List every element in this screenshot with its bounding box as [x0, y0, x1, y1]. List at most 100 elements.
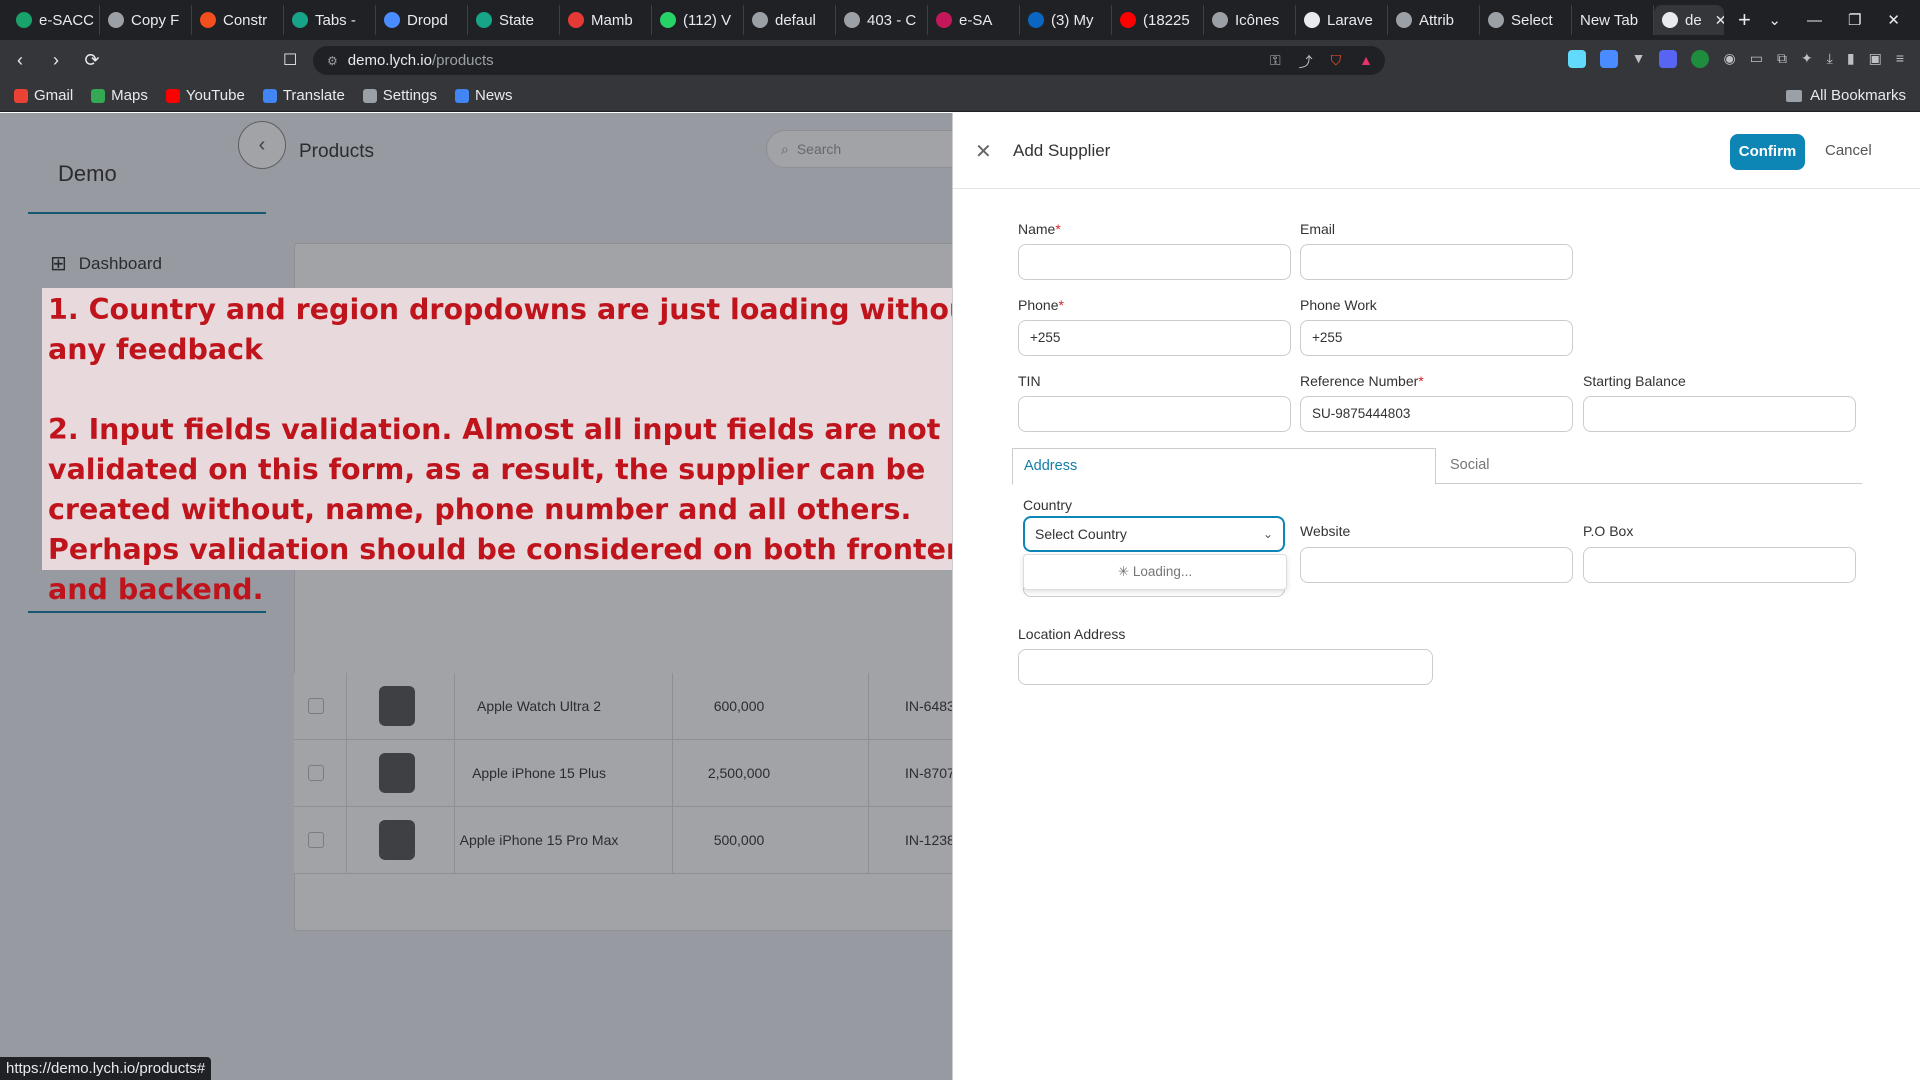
browser-tab[interactable]: 403 - C: [836, 5, 928, 35]
browser-tab[interactable]: New Tab: [1572, 5, 1654, 35]
all-bookmarks[interactable]: All Bookmarks: [1786, 87, 1906, 104]
fi-extension-icon[interactable]: [1599, 50, 1618, 68]
browser-tab[interactable]: Dropd: [376, 5, 468, 35]
browser-tab[interactable]: Select: [1480, 5, 1572, 35]
tab-address[interactable]: Address: [1012, 448, 1436, 485]
reference-number-field[interactable]: SU-9875444803: [1300, 396, 1573, 432]
bookmark-item[interactable]: Gmail: [14, 87, 73, 104]
browser-toolbar: ‹ › ⟳ ☐ ⚙ demo.lych.io/products ⚿ ⤴ ⛉ ▲ …: [0, 40, 1920, 80]
browser-tab[interactable]: Attrib: [1388, 5, 1480, 35]
tab-favicon-icon: [1488, 12, 1504, 28]
browser-tab[interactable]: Copy F: [100, 5, 192, 35]
cancel-button[interactable]: Cancel: [1825, 142, 1872, 159]
brave-rewards-icon[interactable]: ▲: [1359, 52, 1373, 72]
bookmark-label: Settings: [382, 87, 437, 104]
close-window-icon[interactable]: ✕: [1887, 11, 1900, 29]
browser-tab[interactable]: Mamb: [560, 5, 652, 35]
key-icon[interactable]: ⚿: [1270, 52, 1281, 72]
restore-icon[interactable]: ❐: [1848, 11, 1861, 29]
bookmark-icon: [362, 88, 377, 103]
react-devtools-icon[interactable]: [1567, 50, 1586, 68]
off-extension-icon[interactable]: ▭: [1750, 50, 1763, 68]
email-field[interactable]: [1300, 244, 1573, 280]
bookmark-icon: [165, 88, 180, 103]
tab-favicon-icon: [660, 12, 676, 28]
phone-work-label: Phone Work: [1300, 297, 1377, 313]
tab-favicon-icon: [1028, 12, 1044, 28]
bookmark-icon[interactable]: ☐: [283, 50, 297, 70]
bookmark-item[interactable]: YouTube: [165, 87, 245, 104]
browser-tab[interactable]: e-SACC: [8, 5, 100, 35]
annotation-point-2: 2. Input fields validation. Almost all i…: [48, 413, 987, 606]
browser-tab[interactable]: e-SA: [928, 5, 1020, 35]
bookmark-item[interactable]: Translate: [262, 87, 345, 104]
po-box-field[interactable]: [1583, 547, 1856, 583]
tab-close-icon[interactable]: ✕: [1715, 12, 1724, 29]
download-icon[interactable]: ⤓: [1827, 50, 1833, 68]
country-label: Country: [1023, 497, 1073, 513]
tab-favicon-icon: [16, 12, 32, 28]
tin-label: TIN: [1018, 373, 1041, 389]
tin-field[interactable]: [1018, 396, 1291, 432]
minimize-icon[interactable]: —: [1807, 12, 1822, 29]
vue-devtools-icon[interactable]: ▼: [1632, 50, 1646, 68]
windows-extension-icon[interactable]: ⧉: [1777, 50, 1787, 68]
reload-icon[interactable]: ⟳: [76, 50, 108, 71]
drawer-title: Add Supplier: [1013, 141, 1111, 160]
name-field[interactable]: [1018, 244, 1291, 280]
browser-tab[interactable]: (112) V: [652, 5, 744, 35]
chevron-down-icon: ⌄: [1262, 527, 1273, 541]
website-field[interactable]: [1300, 547, 1573, 583]
browser-tab[interactable]: Tabs -: [284, 5, 376, 35]
puzzle-icon[interactable]: ✦: [1801, 50, 1813, 68]
forward-icon[interactable]: ›: [40, 50, 72, 71]
brave-shield-icon[interactable]: ⛉: [1331, 52, 1342, 72]
browser-tab[interactable]: Icônes: [1204, 5, 1296, 35]
site-info-icon[interactable]: ⚙: [327, 54, 338, 68]
tab-social[interactable]: Social: [1450, 448, 1490, 482]
address-bar[interactable]: ⚙ demo.lych.io/products ⚿ ⤴ ⛉ ▲: [313, 46, 1385, 75]
circle-extension-icon[interactable]: ◉: [1723, 50, 1735, 68]
bookmark-icon: [91, 88, 106, 103]
tab-favicon-icon: [108, 12, 124, 28]
phone-work-field[interactable]: +255: [1300, 320, 1573, 356]
starting-balance-field[interactable]: [1583, 396, 1856, 432]
tab-title: Larave: [1327, 11, 1373, 29]
counter-extension-icon[interactable]: [1691, 50, 1710, 68]
tab-favicon-icon: [1396, 12, 1412, 28]
tab-search-icon[interactable]: ⌄: [1768, 11, 1781, 29]
tab-favicon-icon: [568, 12, 584, 28]
tab-title: Tabs -: [315, 11, 356, 29]
browser-tab[interactable]: (3) My: [1020, 5, 1112, 35]
browser-tab[interactable]: de ✕: [1654, 5, 1724, 35]
browser-tab[interactable]: defaul: [744, 5, 836, 35]
url-path: /products: [431, 52, 494, 69]
browser-tab[interactable]: Larave: [1296, 5, 1388, 35]
wallet-icon[interactable]: ▣: [1869, 50, 1882, 68]
d-extension-icon[interactable]: [1659, 50, 1678, 68]
bookmark-label: Gmail: [34, 87, 74, 104]
share-icon[interactable]: ⤴: [1299, 52, 1313, 72]
new-tab-icon[interactable]: +: [1724, 7, 1765, 33]
country-select-value: Select Country: [1035, 526, 1127, 542]
starting-balance-label: Starting Balance: [1583, 373, 1686, 389]
address-social-tabs: Address Social: [1012, 448, 1862, 485]
bookmark-item[interactable]: Settings: [362, 87, 437, 104]
phone-field[interactable]: +255: [1018, 320, 1291, 356]
menu-icon[interactable]: ≡: [1896, 50, 1904, 68]
browser-tab[interactable]: (18225: [1112, 5, 1204, 35]
back-icon[interactable]: ‹: [4, 50, 36, 71]
sidebar-icon[interactable]: ▮: [1847, 50, 1855, 68]
country-select[interactable]: Select Country ⌄: [1023, 516, 1285, 552]
tab-favicon-icon: [476, 12, 492, 28]
tab-title: (18225: [1143, 11, 1190, 29]
browser-tab[interactable]: Constr: [192, 5, 284, 35]
close-icon[interactable]: ✕: [975, 139, 992, 164]
location-address-field[interactable]: [1018, 649, 1433, 685]
browser-tab[interactable]: State: [468, 5, 560, 35]
name-label: Name*: [1018, 221, 1061, 237]
confirm-button[interactable]: Confirm: [1730, 134, 1805, 170]
bookmark-label: Maps: [111, 87, 148, 104]
bookmark-item[interactable]: News: [455, 87, 513, 104]
bookmark-item[interactable]: Maps: [91, 87, 148, 104]
